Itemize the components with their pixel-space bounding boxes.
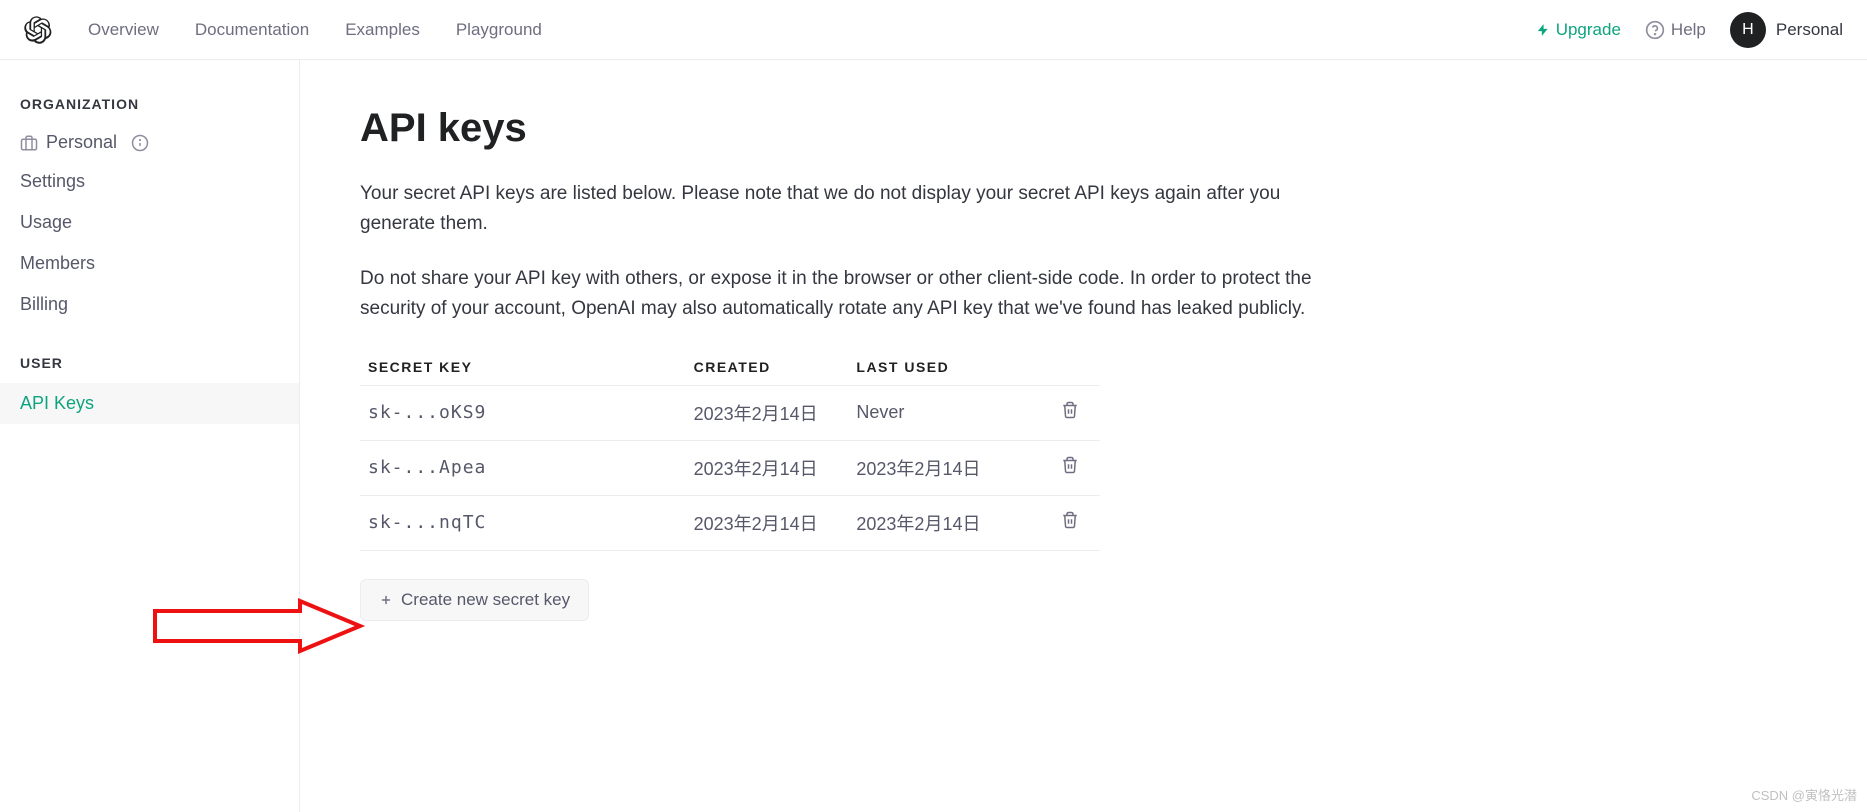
key-value: sk-...nqTC [360, 495, 686, 550]
plus-icon [379, 593, 393, 607]
sidebar-org-name: Personal [46, 132, 117, 153]
main-content: API keys Your secret API keys are listed… [300, 60, 1500, 812]
lightning-icon [1536, 21, 1550, 39]
table-row: sk-...Apea 2023年2月14日 2023年2月14日 [360, 440, 1100, 495]
delete-key-button[interactable] [1061, 511, 1079, 529]
sidebar: ORGANIZATION Personal Settings Usage Mem… [0, 60, 300, 812]
sidebar-org-label: ORGANIZATION [0, 96, 299, 124]
avatar: H [1730, 12, 1766, 48]
upgrade-link[interactable]: Upgrade [1536, 20, 1621, 40]
nav-playground[interactable]: Playground [456, 20, 542, 40]
key-created: 2023年2月14日 [686, 385, 849, 440]
key-value: sk-...oKS9 [360, 385, 686, 440]
create-button-label: Create new secret key [401, 590, 570, 610]
keys-table: SECRET KEY CREATED LAST USED sk-...oKS9 … [360, 349, 1100, 551]
page-desc-2: Do not share your API key with others, o… [360, 264, 1320, 325]
sidebar-item-members[interactable]: Members [0, 243, 299, 284]
key-last-used: 2023年2月14日 [848, 495, 1040, 550]
page-title: API keys [360, 106, 1440, 151]
watermark: CSDN @寅恪光潜 [1751, 785, 1857, 804]
briefcase-icon [20, 134, 38, 152]
th-last-used: LAST USED [848, 349, 1040, 386]
nav-overview[interactable]: Overview [88, 20, 159, 40]
key-last-used: 2023年2月14日 [848, 440, 1040, 495]
table-row: sk-...nqTC 2023年2月14日 2023年2月14日 [360, 495, 1100, 550]
upgrade-label: Upgrade [1556, 20, 1621, 40]
delete-key-button[interactable] [1061, 456, 1079, 474]
key-last-used: Never [848, 385, 1040, 440]
sidebar-item-settings[interactable]: Settings [0, 161, 299, 202]
help-icon [1645, 20, 1665, 40]
th-created: CREATED [686, 349, 849, 386]
sidebar-item-billing[interactable]: Billing [0, 284, 299, 325]
openai-logo[interactable] [24, 16, 52, 44]
account-menu[interactable]: H Personal [1730, 12, 1843, 48]
sidebar-org-selector[interactable]: Personal [0, 124, 299, 161]
nav-documentation[interactable]: Documentation [195, 20, 309, 40]
delete-key-button[interactable] [1061, 401, 1079, 419]
avatar-name: Personal [1776, 20, 1843, 40]
key-value: sk-...Apea [360, 440, 686, 495]
info-icon [131, 134, 149, 152]
nav-examples[interactable]: Examples [345, 20, 420, 40]
create-secret-key-button[interactable]: Create new secret key [360, 579, 589, 621]
page-desc-1: Your secret API keys are listed below. P… [360, 179, 1320, 240]
sidebar-item-api-keys[interactable]: API Keys [0, 383, 299, 424]
top-nav: Overview Documentation Examples Playgrou… [0, 0, 1867, 60]
help-label: Help [1671, 20, 1706, 40]
table-row: sk-...oKS9 2023年2月14日 Never [360, 385, 1100, 440]
key-created: 2023年2月14日 [686, 440, 849, 495]
sidebar-user-label: USER [0, 355, 299, 383]
th-secret-key: SECRET KEY [360, 349, 686, 386]
sidebar-item-usage[interactable]: Usage [0, 202, 299, 243]
key-created: 2023年2月14日 [686, 495, 849, 550]
help-link[interactable]: Help [1645, 20, 1706, 40]
